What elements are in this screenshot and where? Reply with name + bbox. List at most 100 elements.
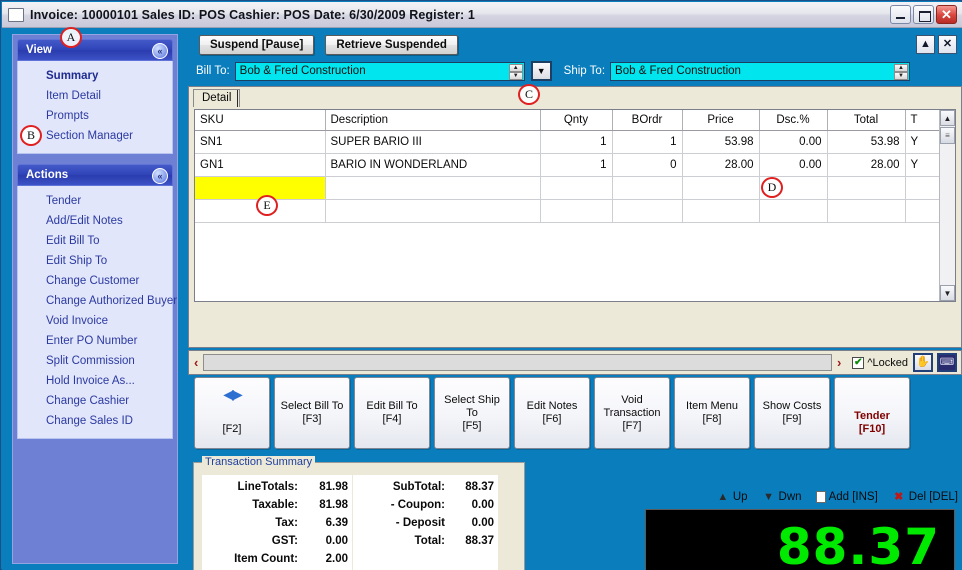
scroll-down-icon[interactable]: ▼ xyxy=(940,285,955,301)
scrollbar-thumb[interactable]: ≡ xyxy=(940,127,955,144)
close-pane-icon[interactable]: ✕ xyxy=(938,35,957,54)
cell-price[interactable]: 28.00 xyxy=(682,153,760,177)
cell-description[interactable] xyxy=(325,199,541,223)
cell-bordr[interactable] xyxy=(612,199,683,223)
cell-qnty[interactable]: 1 xyxy=(540,153,613,177)
spinner-down-icon[interactable]: ▼ xyxy=(894,71,909,80)
view-panel-header[interactable]: View « xyxy=(17,39,173,61)
select-ship-to-button[interactable]: Select Ship To [F5] xyxy=(434,377,510,449)
column-header-disc[interactable]: Dsc.% xyxy=(759,110,828,131)
spinner-up-icon[interactable]: ▲ xyxy=(894,63,909,72)
column-header-description[interactable]: Description xyxy=(325,110,541,131)
cell-total[interactable] xyxy=(827,176,906,200)
tender-button[interactable]: Tender [F10] xyxy=(834,377,910,449)
cell-total[interactable]: 53.98 xyxy=(827,130,906,154)
edit-bill-to-button[interactable]: Edit Bill To [F4] xyxy=(354,377,430,449)
previous-record-icon[interactable]: ‹ xyxy=(189,355,203,370)
chevron-up-icon[interactable]: « xyxy=(152,43,168,59)
cell-disc[interactable]: 0.00 xyxy=(759,130,828,154)
sidebar-item-hold-invoice-as[interactable]: Hold Invoice As... xyxy=(18,371,172,391)
sidebar-item-change-authorized-buyer[interactable]: Change Authorized Buyer xyxy=(18,291,177,311)
sidebar-item-void-invoice[interactable]: Void Invoice xyxy=(18,311,172,331)
command-input[interactable] xyxy=(203,354,833,371)
chevron-up-icon[interactable]: « xyxy=(152,168,168,184)
cell-disc[interactable]: 0.00 xyxy=(759,153,828,177)
sidebar-item-add-edit-notes[interactable]: Add/Edit Notes xyxy=(18,211,172,231)
bill-to-input[interactable]: Bob & Fred Construction ▲ ▼ xyxy=(234,61,525,81)
sidebar-item-tender[interactable]: Tender xyxy=(18,191,172,211)
sidebar-item-split-commission[interactable]: Split Commission xyxy=(18,351,172,371)
table-row[interactable] xyxy=(195,176,941,200)
hand-icon[interactable]: ✋ xyxy=(913,353,933,372)
ship-to-input[interactable]: Bob & Fred Construction ▲ ▼ xyxy=(610,61,911,81)
cell-sku-active[interactable] xyxy=(195,176,326,200)
actions-panel-header[interactable]: Actions « xyxy=(17,164,173,186)
sidebar-item-change-customer[interactable]: Change Customer xyxy=(18,271,172,291)
cell-description[interactable]: SUPER BARIO III xyxy=(325,130,541,154)
cell-t[interactable]: Y xyxy=(905,153,941,177)
close-button[interactable]: ✕ xyxy=(936,5,957,24)
cell-bordr[interactable]: 0 xyxy=(612,153,683,177)
sidebar-item-change-sales-id[interactable]: Change Sales ID xyxy=(18,411,172,431)
keyboard-icon[interactable]: ⌨ xyxy=(937,353,957,372)
cell-qnty[interactable]: 1 xyxy=(540,130,613,154)
sidebar-item-enter-po-number[interactable]: Enter PO Number xyxy=(18,331,172,351)
table-row[interactable]: SN1 SUPER BARIO III 1 1 53.98 0.00 53.98… xyxy=(195,130,941,154)
cell-description[interactable]: BARIO IN WONDERLAND xyxy=(325,153,541,177)
f2-button[interactable]: ◀▶ [F2] xyxy=(194,377,270,449)
locked-checkbox[interactable]: ✔ xyxy=(852,356,865,369)
cell-qnty[interactable] xyxy=(540,199,613,223)
scrollbar-track[interactable] xyxy=(940,144,955,285)
cell-t[interactable] xyxy=(905,199,941,223)
sidebar-item-summary[interactable]: Summary xyxy=(18,66,172,86)
next-record-icon[interactable]: › xyxy=(832,355,846,370)
edit-notes-button[interactable]: Edit Notes [F6] xyxy=(514,377,590,449)
tab-detail[interactable]: Detail xyxy=(193,89,241,107)
column-header-qnty[interactable]: Qnty xyxy=(540,110,613,131)
line-items-grid[interactable]: SKU Description Qnty BOrdr Price Dsc.% T… xyxy=(194,109,956,302)
cell-total[interactable] xyxy=(827,199,906,223)
cell-total[interactable]: 28.00 xyxy=(827,153,906,177)
cell-bordr[interactable]: 1 xyxy=(612,130,683,154)
table-row[interactable] xyxy=(195,199,941,223)
retrieve-suspended-button[interactable]: Retrieve Suspended xyxy=(325,34,458,55)
column-header-bordr[interactable]: BOrdr xyxy=(612,110,683,131)
column-header-sku[interactable]: SKU xyxy=(195,110,326,131)
bill-to-dropdown-button[interactable]: ▼ xyxy=(530,61,552,81)
ship-to-spinner[interactable]: ▲ ▼ xyxy=(894,63,909,80)
select-bill-to-button[interactable]: Select Bill To [F3] xyxy=(274,377,350,449)
cell-bordr[interactable] xyxy=(612,176,683,200)
cell-t[interactable]: Y xyxy=(905,130,941,154)
bill-to-spinner[interactable]: ▲ ▼ xyxy=(508,63,523,80)
column-header-total[interactable]: Total xyxy=(827,110,906,131)
sidebar-item-edit-ship-to[interactable]: Edit Ship To xyxy=(18,251,172,271)
show-costs-button[interactable]: Show Costs [F9] xyxy=(754,377,830,449)
sidebar-item-edit-bill-to[interactable]: Edit Bill To xyxy=(18,231,172,251)
cell-sku[interactable]: SN1 xyxy=(195,130,326,154)
cell-qnty[interactable] xyxy=(540,176,613,200)
cell-price[interactable] xyxy=(682,199,760,223)
add-row-action[interactable]: Add [INS] xyxy=(815,491,878,503)
collapse-pane-icon[interactable]: ▲ xyxy=(916,35,935,54)
sidebar-item-change-cashier[interactable]: Change Cashier xyxy=(18,391,172,411)
sidebar-item-item-detail[interactable]: Item Detail xyxy=(18,86,172,106)
item-menu-button[interactable]: Item Menu [F8] xyxy=(674,377,750,449)
column-header-price[interactable]: Price xyxy=(682,110,760,131)
maximize-button[interactable] xyxy=(913,5,934,24)
cell-description[interactable] xyxy=(325,176,541,200)
cell-price[interactable] xyxy=(682,176,760,200)
delete-row-action[interactable]: ✖ Del [DEL] xyxy=(892,491,958,504)
cell-price[interactable]: 53.98 xyxy=(682,130,760,154)
move-up-action[interactable]: ▲ Up xyxy=(716,491,747,504)
minimize-button[interactable] xyxy=(890,5,911,24)
cell-sku[interactable]: GN1 xyxy=(195,153,326,177)
move-down-action[interactable]: ▼ Dwn xyxy=(762,491,801,504)
spinner-up-icon[interactable]: ▲ xyxy=(508,63,523,72)
suspend-button[interactable]: Suspend [Pause] xyxy=(199,34,315,55)
cell-disc[interactable] xyxy=(759,199,828,223)
sidebar-item-prompts[interactable]: Prompts xyxy=(18,106,172,126)
cell-t[interactable] xyxy=(905,176,941,200)
void-transaction-button[interactable]: Void Transaction [F7] xyxy=(594,377,670,449)
table-row[interactable]: GN1 BARIO IN WONDERLAND 1 0 28.00 0.00 2… xyxy=(195,153,941,177)
scroll-up-icon[interactable]: ▲ xyxy=(940,110,955,126)
